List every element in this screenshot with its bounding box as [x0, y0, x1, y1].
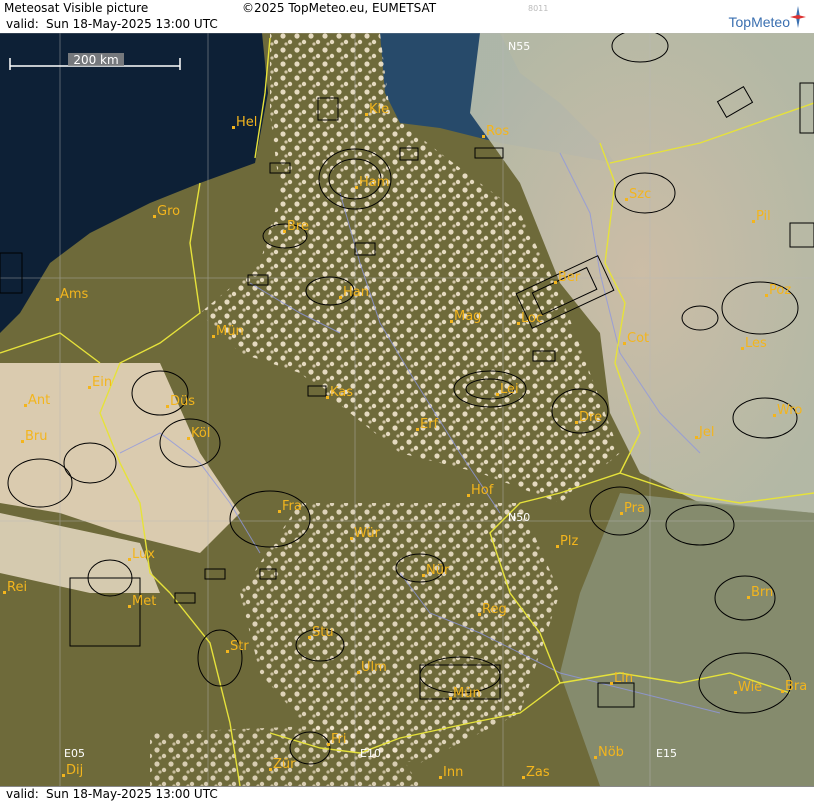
city-label: Ams — [60, 287, 89, 302]
grid-label: E05 — [64, 747, 85, 760]
city-label: Kie — [369, 102, 389, 117]
city-label: Str — [230, 639, 249, 654]
grid-label: E15 — [656, 747, 677, 760]
city-label: Gro — [157, 204, 180, 219]
city-label: Jel — [698, 425, 714, 440]
city-label: Hel — [236, 115, 257, 130]
city-label: Ber — [558, 270, 581, 285]
city-label: Pra — [624, 501, 645, 516]
city-label: Pil — [756, 209, 771, 224]
scale-bar-label: 200 km — [73, 53, 118, 67]
city-label: Szc — [629, 187, 651, 202]
city-label: Nöb — [598, 745, 624, 760]
city-label: Stu — [312, 625, 334, 640]
city-label: Bre — [287, 219, 309, 234]
city-label: Rei — [7, 580, 27, 595]
map-viewer: Meteosat Visible picture ©2025 TopMeteo.… — [0, 0, 814, 801]
copyright-text: ©2025 TopMeteo.eu, EUMETSAT — [242, 1, 437, 15]
valid-time: Sun 18-May-2025 13:00 UTC — [46, 787, 218, 801]
header-bar: Meteosat Visible picture ©2025 TopMeteo.… — [0, 0, 814, 34]
city-label: Wro — [777, 403, 802, 418]
city-label: Loc — [521, 311, 543, 326]
city-label: Zas — [526, 765, 550, 780]
city-label: Mün — [216, 324, 244, 339]
city-label: Lei — [500, 382, 519, 397]
city-label: Erf — [420, 417, 439, 432]
city-label: Ulm — [361, 660, 387, 675]
grid-label: E10 — [360, 747, 381, 760]
city-label: Köl — [191, 426, 210, 441]
valid-label: valid: — [6, 787, 39, 801]
city-label: Lin — [614, 671, 633, 686]
city-label: Bru — [25, 429, 48, 444]
valid-label: valid: — [6, 17, 39, 31]
city-label: Mün — [453, 686, 481, 701]
city-label: Düs — [170, 394, 195, 409]
city-label: Fra — [282, 499, 302, 514]
footer-bar: valid: Sun 18-May-2025 13:00 UTC — [0, 786, 814, 801]
city-label: Cot — [627, 331, 649, 346]
city-label: Plz — [560, 534, 578, 549]
city-label: Met — [132, 594, 156, 609]
city-label: Poz — [769, 283, 791, 298]
city-label: Reg — [482, 602, 507, 617]
city-label: Wür — [354, 526, 381, 541]
satellite-map[interactable]: 200 km N55 N50 E05 E10 E15 Hel Kie Ros H… — [0, 33, 814, 786]
image-code: 8011 — [528, 4, 549, 13]
city-label: Bra — [785, 679, 807, 694]
city-label: Ros — [486, 124, 509, 139]
city-label: Lux — [132, 547, 155, 562]
city-label: Zür — [273, 757, 296, 772]
city-label: Kas — [330, 385, 353, 400]
valid-time: Sun 18-May-2025 13:00 UTC — [46, 17, 218, 31]
city-label: Dre — [579, 410, 602, 425]
city-label: Nür — [426, 563, 450, 578]
city-label: Wie — [738, 680, 762, 695]
city-label: Ein — [92, 375, 112, 390]
map-title: Meteosat Visible picture — [4, 1, 149, 15]
city-label: Brn — [751, 585, 773, 600]
city-label: Fri — [331, 732, 347, 747]
city-label: Hof — [471, 483, 494, 498]
city-label: Ant — [28, 393, 50, 408]
city-label: Han — [343, 285, 369, 300]
city-label: Les — [745, 336, 767, 351]
city-label: Inn — [443, 765, 463, 780]
grid-label: N55 — [508, 40, 530, 53]
city-label: Dij — [66, 763, 83, 778]
compass-logo-icon — [790, 6, 806, 28]
city-label: Mag — [454, 309, 481, 324]
grid-label: N50 — [508, 511, 530, 524]
topmeteo-logo: TopMeteo — [728, 14, 790, 30]
city-label: Ham — [359, 175, 389, 190]
